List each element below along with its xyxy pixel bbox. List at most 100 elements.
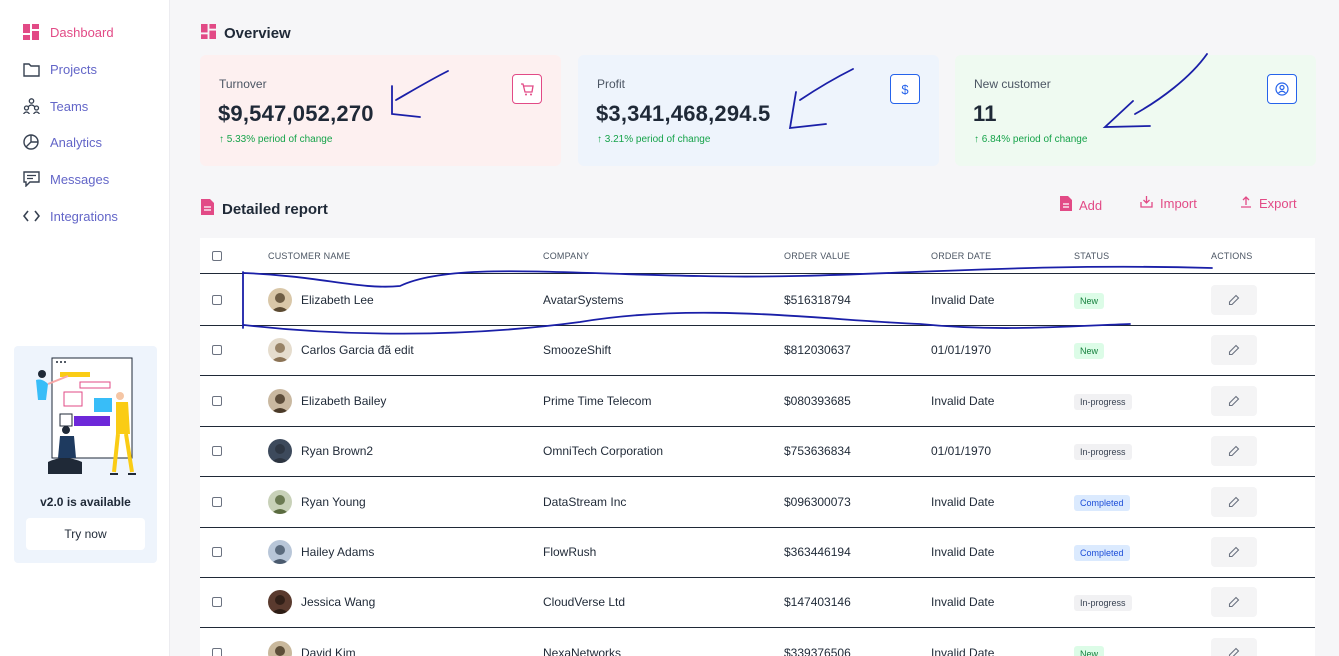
overview-header: Overview (201, 24, 291, 43)
edit-button[interactable] (1211, 335, 1257, 366)
row-checkbox[interactable] (212, 547, 222, 557)
order-value: $339376506 (784, 645, 851, 656)
table-row[interactable]: Carlos Garcia đã edit SmoozeShift $8120306… (200, 325, 1315, 377)
new-customer-card: New customer 11 ↑ 6.84% period of change (955, 55, 1316, 166)
table-row[interactable]: Elizabeth Lee AvatarSystems $516318794 Inva… (200, 275, 1315, 326)
column-header[interactable]: Status (1074, 251, 1109, 261)
pencil-icon (1228, 496, 1240, 507)
customer-name: Carlos Garcia đã edit (301, 343, 414, 358)
card-change: ↑ 5.33% period of change (219, 134, 333, 145)
edit-button[interactable] (1211, 637, 1257, 656)
card-label: Turnover (219, 77, 267, 91)
sidebar-item-dashboard[interactable]: Dashboard (22, 21, 114, 43)
avatar (268, 288, 292, 312)
column-header[interactable]: Company (543, 251, 589, 261)
company: CloudVerse Ltd (543, 595, 626, 610)
edit-button[interactable] (1211, 436, 1257, 467)
export-icon (1240, 196, 1252, 211)
promo-title: v2.0 is available (40, 495, 131, 509)
edit-button[interactable] (1211, 486, 1257, 517)
row-checkbox[interactable] (212, 647, 222, 656)
upgrade-promo: v2.0 is available Try now (14, 346, 157, 563)
status-badge: New (1074, 343, 1105, 360)
company: NexaNetworks (543, 645, 622, 656)
document-icon (201, 199, 214, 219)
edit-button[interactable] (1211, 537, 1257, 567)
row-checkbox[interactable] (212, 446, 222, 457)
order-value: $812030637 (784, 343, 851, 358)
section-title: Detailed report (222, 200, 328, 218)
card-label: Profit (597, 77, 626, 91)
status-badge: Completed (1074, 545, 1130, 561)
order-value: $147403146 (784, 595, 851, 610)
customer-name: Ryan Brown2 (301, 444, 374, 459)
team-illustration (36, 357, 136, 475)
customer-name: Ryan Young (301, 494, 366, 509)
sidebar-item-label: Analytics (50, 134, 103, 150)
export-button[interactable]: Export (1240, 196, 1297, 211)
teams-icon (22, 97, 40, 115)
order-date: Invalid Date (931, 645, 995, 656)
edit-button[interactable] (1211, 285, 1257, 315)
document-add-icon (1060, 196, 1072, 214)
add-button[interactable]: Add (1060, 196, 1102, 214)
folder-icon (22, 60, 40, 78)
row-checkbox[interactable] (212, 295, 222, 305)
sidebar-item-label: Messages (50, 171, 110, 187)
pencil-icon (1228, 546, 1240, 558)
code-icon (22, 207, 40, 225)
company: Prime Time Telecom (543, 393, 652, 408)
sidebar-item-teams[interactable]: Teams (22, 95, 88, 117)
status-badge: New (1074, 293, 1105, 309)
pencil-icon (1228, 395, 1240, 406)
customer-name: Hailey Adams (301, 545, 375, 559)
import-label: Import (1160, 196, 1197, 211)
column-header[interactable]: Customer name (268, 251, 350, 261)
edit-button[interactable] (1211, 385, 1257, 416)
sidebar-item-label: Projects (50, 61, 97, 77)
row-checkbox[interactable] (212, 345, 222, 356)
import-icon (1140, 196, 1153, 211)
select-all-checkbox[interactable] (212, 251, 222, 261)
sidebar-item-messages[interactable]: Messages (22, 168, 109, 190)
customer-name: Jessica Wang (301, 595, 376, 610)
avatar (268, 640, 292, 656)
table-row[interactable]: Jessica Wang CloudVerse Ltd $147403146 Inva… (200, 577, 1315, 629)
cart-icon (512, 74, 542, 104)
row-checkbox[interactable] (212, 395, 222, 406)
table-row[interactable]: Ryan Young DataStream Inc $096300073 Invali… (200, 477, 1315, 528)
order-date: Invalid Date (931, 293, 995, 307)
sidebar: Dashboard Projects Teams Analytics Messa… (0, 0, 170, 656)
pencil-icon (1228, 597, 1240, 608)
sidebar-item-analytics[interactable]: Analytics (22, 131, 102, 153)
edit-button[interactable] (1211, 587, 1257, 618)
status-badge: In-progress (1074, 595, 1132, 612)
sidebar-item-label: Integrations (50, 208, 118, 224)
order-value: $363446194 (784, 545, 851, 559)
table-row[interactable]: Hailey Adams FlowRush $363446194 Invalid Da… (200, 527, 1315, 578)
company: SmoozeShift (543, 343, 612, 358)
avatar (268, 388, 292, 413)
row-checkbox[interactable] (212, 496, 222, 507)
table-row[interactable]: Elizabeth Bailey Prime Time Telecom $08039… (200, 376, 1315, 427)
sidebar-item-projects[interactable]: Projects (22, 58, 97, 80)
table-row[interactable]: Ryan Brown2 OmniTech Corporation $75363683… (200, 426, 1315, 478)
order-date: Invalid Date (931, 545, 995, 559)
column-header[interactable]: Order date (931, 251, 991, 261)
avatar (268, 540, 292, 564)
card-value: $3,341,468,294.5 (596, 101, 771, 126)
table-row[interactable]: David Kim NexaNetworks $339376506 Invalid D… (200, 628, 1315, 656)
user-icon (1267, 74, 1297, 104)
card-change: ↑ 6.84% period of change (974, 134, 1088, 145)
customer-name: David Kim (301, 645, 356, 656)
pie-chart-icon (22, 133, 40, 151)
try-now-button[interactable]: Try now (26, 518, 145, 550)
turnover-card: Turnover $9,547,052,270 ↑ 5.33% period o… (200, 55, 561, 166)
export-label: Export (1259, 196, 1297, 211)
sidebar-item-integrations[interactable]: Integrations (22, 205, 118, 227)
order-date: Invalid Date (931, 494, 995, 509)
row-checkbox[interactable] (212, 597, 222, 608)
company: FlowRush (543, 545, 597, 559)
import-button[interactable]: Import (1140, 196, 1197, 211)
column-header[interactable]: Order value (784, 251, 850, 261)
